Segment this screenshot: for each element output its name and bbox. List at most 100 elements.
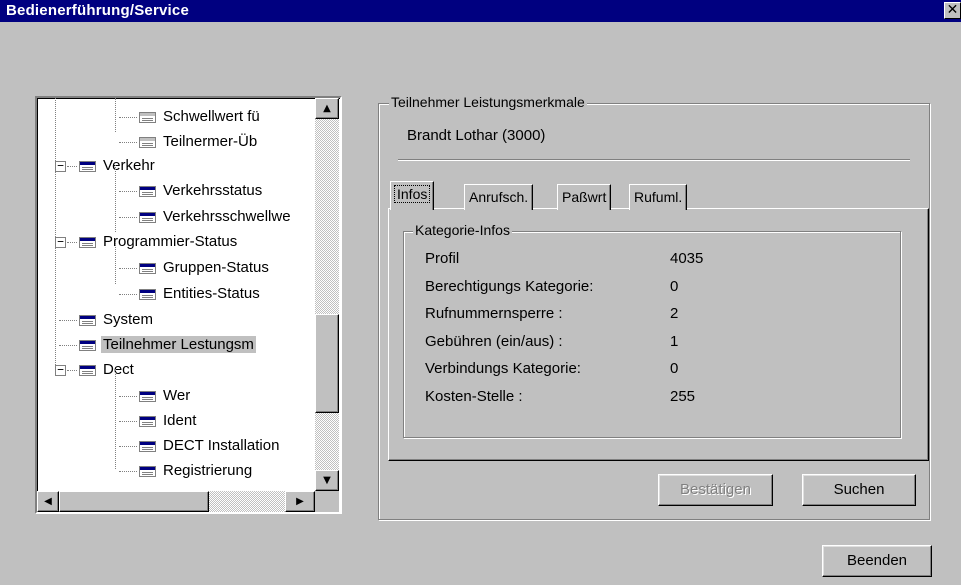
tab-infos[interactable]: Infos (390, 181, 435, 210)
document-icon (139, 112, 156, 123)
tree-item[interactable]: Schwellwert fü (37, 107, 315, 128)
tree-item-label: Verkehr (103, 157, 155, 174)
tree-item-label: System (103, 311, 154, 328)
tree-connector (115, 165, 116, 232)
category-label: Rufnummernsperre : (425, 305, 563, 322)
scroll-thumb[interactable] (315, 314, 339, 413)
tree-item[interactable]: − Verkehr (37, 156, 315, 177)
tree-connector (119, 446, 137, 447)
tree-connector (59, 320, 77, 321)
tree-item-label: Dect (103, 361, 134, 378)
document-icon (139, 391, 156, 402)
category-label: Verbindungs Kategorie: (425, 360, 581, 377)
tree-item-label: Programmier-Status (103, 233, 238, 250)
tab-passwort[interactable]: Paßwrt (557, 184, 612, 210)
category-label: Kosten-Stelle : (425, 387, 523, 405)
vertical-scrollbar[interactable]: ▲ ▼ (315, 98, 339, 491)
category-value: 0 (670, 277, 679, 295)
tree-item[interactable]: − Programmier-Status (37, 232, 315, 253)
tree-connector (67, 166, 77, 167)
tree-item-label: Schwellwert fü (163, 108, 260, 125)
tree-item[interactable]: − Dect (37, 360, 315, 381)
tree-item-label: Verkehrsschwellwe (163, 208, 291, 225)
document-icon (79, 315, 96, 326)
document-icon (139, 186, 156, 197)
tree-connector (119, 191, 137, 192)
tree-item[interactable]: Entities-Status (37, 284, 315, 305)
folder-icon (79, 365, 96, 376)
tree-item[interactable]: Wer (37, 386, 315, 407)
user-name: Brandt Lothar (3000) (407, 127, 546, 144)
tree-connector (119, 268, 137, 269)
collapse-icon[interactable]: − (55, 236, 66, 248)
horizontal-scroll-thumb[interactable] (59, 491, 209, 512)
tree-connector (55, 98, 56, 373)
tree-connector (119, 117, 137, 118)
tree-item-label: Teilnermer-Üb (163, 133, 258, 150)
tree-item-label: DECT Installation (163, 437, 280, 454)
category-value: 1 (670, 332, 679, 350)
scroll-left-button[interactable]: ◀ (37, 491, 59, 512)
category-value: 255 (670, 387, 696, 405)
tree-item[interactable]: Registrierung (37, 461, 315, 482)
separator (398, 159, 910, 161)
collapse-icon[interactable]: − (55, 160, 66, 172)
document-icon (139, 441, 156, 452)
tree-item[interactable]: DECT Installation (37, 436, 315, 457)
category-label: Profil (425, 250, 460, 267)
document-icon (139, 263, 156, 274)
category-value: 4035 (670, 250, 704, 267)
document-icon (139, 137, 156, 148)
collapse-icon[interactable]: − (55, 364, 66, 376)
tree-connector (115, 369, 116, 469)
tree-item-label: Teilnehmer Lestungsm (101, 336, 256, 353)
document-icon (139, 212, 156, 223)
feature-group-label: Teilnehmer Leistungsmerkmale (389, 94, 587, 110)
category-value: 0 (670, 360, 679, 377)
window-title: Bedienerführung/Service (6, 2, 189, 19)
exit-button[interactable]: Beenden (822, 545, 932, 577)
navigation-tree[interactable]: Schwellwert fü Teilnermer-Üb − Verkehr Verke… (35, 96, 342, 514)
scroll-right-button[interactable]: ▶ (285, 491, 315, 512)
tree-connector (115, 98, 116, 132)
tab-rufuml[interactable]: Rufuml. (629, 184, 688, 210)
tree-item[interactable]: Teilnehmer Lestungsm (37, 335, 315, 356)
tree-content: Schwellwert fü Teilnermer-Üb − Verkehr Verke… (37, 98, 315, 491)
tree-item[interactable]: Verkehrsstatus (37, 181, 315, 202)
tree-item-label: Entities-Status (163, 285, 260, 302)
tree-item-label: Registrierung (163, 462, 253, 479)
tree-item-label: Gruppen-Status (163, 259, 269, 276)
document-icon (139, 416, 156, 427)
tree-connector (119, 294, 137, 295)
scroll-down-button[interactable]: ▼ (315, 470, 339, 491)
tree-connector (115, 241, 116, 284)
tree-connector (67, 242, 77, 243)
tree-item[interactable]: Gruppen-Status (37, 258, 315, 279)
title-bar: Bedienerführung/Service ✕ (0, 0, 961, 22)
tree-connector (119, 471, 137, 472)
category-value: 2 (670, 305, 679, 322)
close-button[interactable]: ✕ (944, 2, 961, 19)
folder-icon (79, 237, 96, 248)
tree-connector (119, 396, 137, 397)
search-button[interactable]: Suchen (802, 474, 916, 506)
tree-item[interactable]: Ident (37, 411, 315, 432)
scrollbar-corner (315, 491, 339, 512)
category-group-label: Kategorie-Infos (413, 222, 512, 238)
confirm-button[interactable]: Bestätigen (658, 474, 773, 506)
tree-item-label: Wer (163, 387, 191, 404)
tree-connector (119, 142, 137, 143)
tree-item[interactable]: System (37, 310, 315, 331)
tree-connector (67, 370, 77, 371)
document-icon (79, 340, 96, 351)
horizontal-scrollbar[interactable]: ◀ ▶ (37, 491, 315, 512)
document-icon (139, 466, 156, 477)
scroll-up-button[interactable]: ▲ (315, 98, 339, 119)
tree-connector (119, 217, 137, 218)
category-label: Berechtigungs Kategorie: (425, 277, 594, 295)
category-label: Gebühren (ein/aus) : (425, 332, 563, 350)
tab-anrufsch[interactable]: Anrufsch. (464, 184, 534, 210)
tree-item[interactable]: Teilnermer-Üb (37, 132, 315, 153)
tree-item[interactable]: Verkehrsschwellwe (37, 207, 315, 228)
document-icon (139, 289, 156, 300)
